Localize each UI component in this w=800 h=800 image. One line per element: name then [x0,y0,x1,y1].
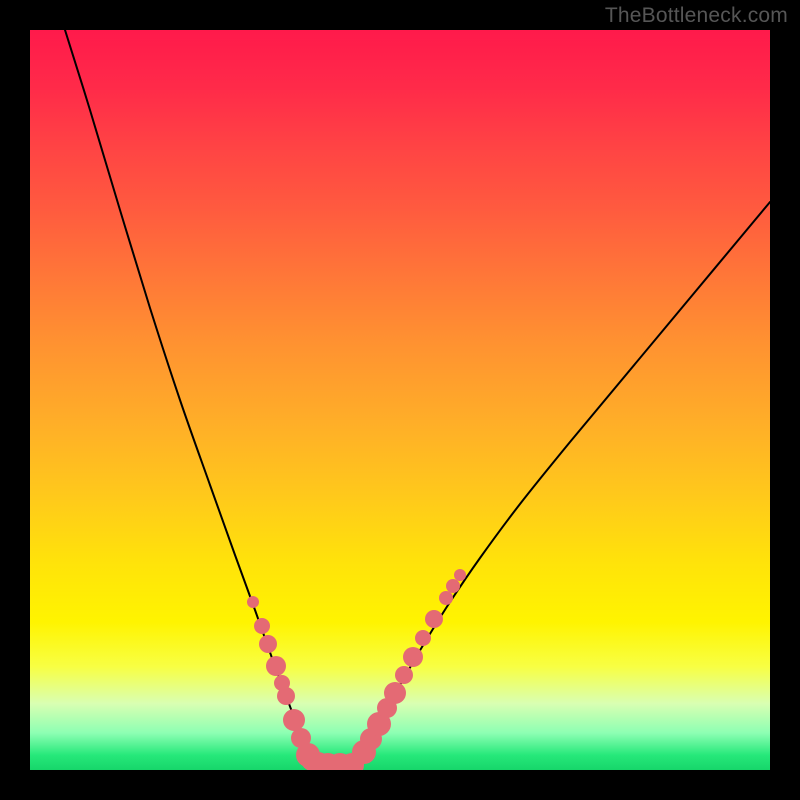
data-dot [384,682,406,704]
curve-layer [30,30,770,770]
chart-stage: TheBottleneck.com [0,0,800,800]
data-dot [425,610,443,628]
data-dot [403,647,423,667]
data-dot [254,618,270,634]
data-dot [277,687,295,705]
data-dot [247,596,259,608]
watermark-text: TheBottleneck.com [605,4,788,28]
data-dot [439,591,453,605]
data-dot [259,635,277,653]
plot-area [30,30,770,770]
data-dot [415,630,431,646]
data-dot [266,656,286,676]
data-dot [395,666,413,684]
dot-cluster [247,569,466,770]
left-curve [65,30,314,764]
data-dot [454,569,466,581]
data-dot [283,709,305,731]
right-curve [358,202,770,764]
data-dot [446,579,460,593]
